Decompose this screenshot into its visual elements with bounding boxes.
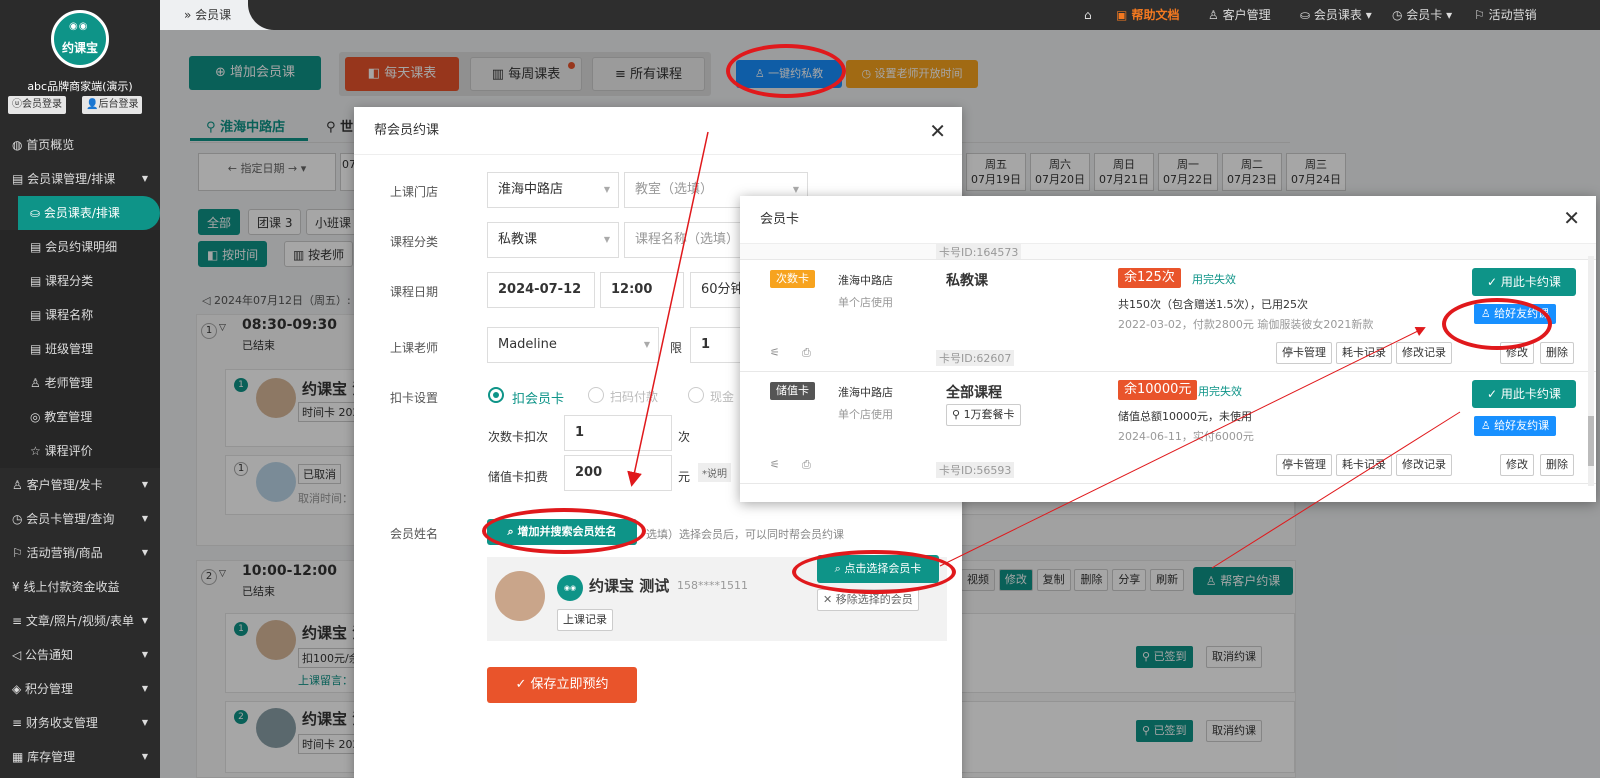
- annotation-circle: [792, 550, 956, 594]
- annotation-circle: [482, 508, 646, 554]
- annotation-circle: [726, 44, 846, 98]
- annotation-circle: [1442, 298, 1552, 350]
- annotation-arrows: [627, 131, 1461, 569]
